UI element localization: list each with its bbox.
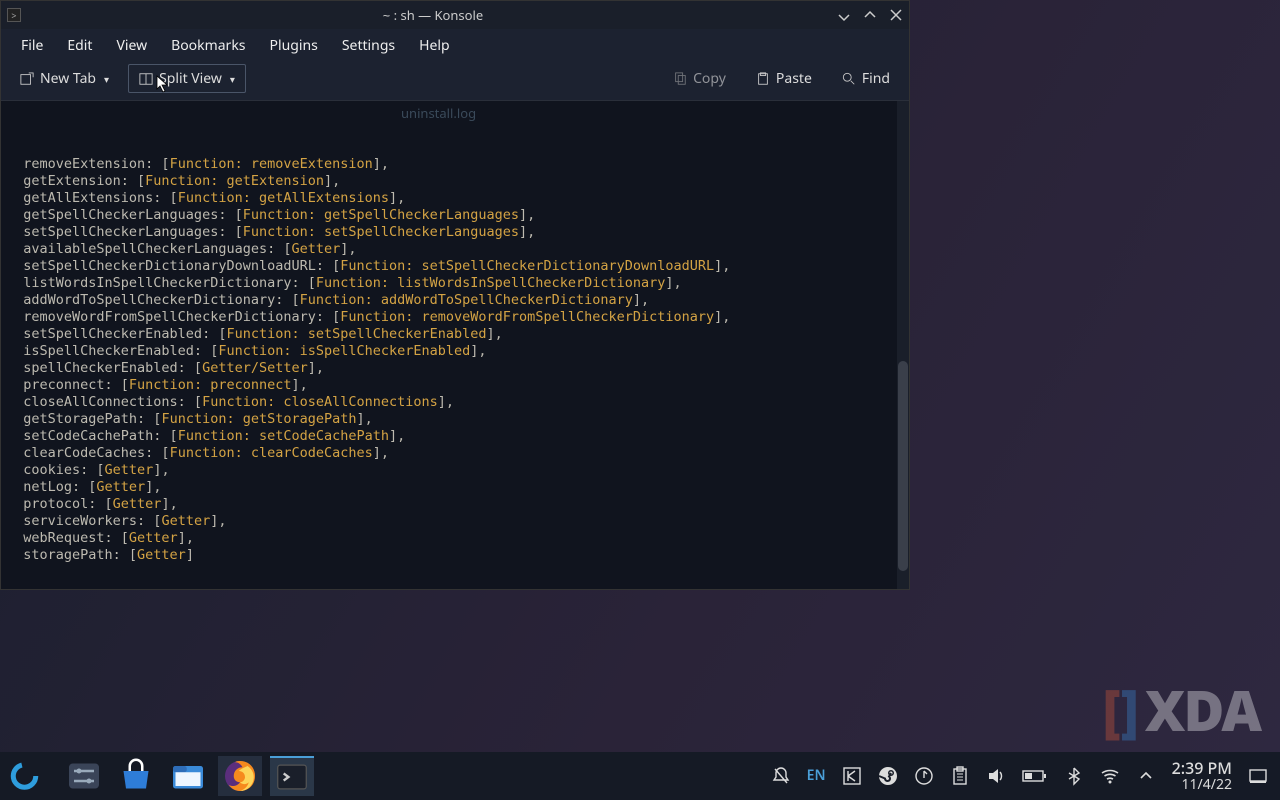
terminal-line: netLog: [Getter], (7, 479, 903, 496)
terminal-line: getAllExtensions: [Function: getAllExten… (7, 190, 903, 207)
terminal-line: clearCodeCaches: [Function: clearCodeCac… (7, 445, 903, 462)
settings-app-icon[interactable] (62, 756, 106, 796)
menu-settings[interactable]: Settings (330, 30, 407, 61)
watermark-logo: []XDA (1103, 672, 1260, 748)
terminal-line: serviceWorkers: [Getter], (7, 513, 903, 530)
titlebar[interactable]: > ~ : sh — Konsole (1, 1, 909, 29)
bluetooth-icon[interactable] (1064, 766, 1084, 786)
menu-bookmarks[interactable]: Bookmarks (159, 30, 257, 61)
menu-file[interactable]: File (9, 30, 55, 61)
battery-icon[interactable] (1022, 766, 1048, 786)
menu-plugins[interactable]: Plugins (258, 30, 330, 61)
new-tab-button[interactable]: New Tab ▾ (9, 64, 120, 93)
toolbar: New Tab ▾ Split View ▾ Copy Paste Find (1, 61, 909, 101)
wifi-icon[interactable] (1100, 766, 1120, 786)
terminal-line: protocol: [Getter], (7, 496, 903, 513)
find-label: Find (862, 69, 890, 88)
minimize-button[interactable] (837, 8, 851, 22)
paste-button[interactable]: Paste (745, 64, 823, 93)
terminal-line: preconnect: [Function: preconnect], (7, 377, 903, 394)
menu-view[interactable]: View (104, 30, 159, 61)
terminal-line: setSpellCheckerDictionaryDownloadURL: [F… (7, 258, 903, 275)
close-button[interactable] (889, 8, 903, 22)
clock[interactable]: 2:39 PM 11/4/22 (1172, 759, 1232, 793)
terminal-line: addWordToSpellCheckerDictionary: [Functi… (7, 292, 903, 309)
paste-icon (756, 72, 770, 86)
terminal-line: availableSpellCheckerLanguages: [Getter]… (7, 241, 903, 258)
maximize-button[interactable] (863, 8, 877, 22)
chevron-down-icon: ▾ (230, 72, 235, 86)
chevron-down-icon: ▾ (104, 72, 109, 86)
new-tab-label: New Tab (40, 69, 96, 88)
terminal-line: storagePath: [Getter] (7, 547, 903, 564)
steam-icon[interactable] (878, 766, 898, 786)
terminal-line: setSpellCheckerEnabled: [Function: setSp… (7, 326, 903, 343)
tray-expand-icon[interactable] (1136, 766, 1156, 786)
clock-date: 11/4/22 (1172, 777, 1232, 793)
terminal-line: listWordsInSpellCheckerDictionary: [Func… (7, 275, 903, 292)
terminal-line: cookies: [Getter], (7, 462, 903, 479)
system-tray: EN 2:39 PM 11/4/22 (771, 759, 1274, 793)
split-view-icon (139, 72, 153, 86)
ghost-text: uninstall.log (401, 105, 476, 122)
terminal-output[interactable]: uninstall.log removeExtension: [Function… (1, 101, 909, 589)
store-app-icon[interactable] (114, 756, 158, 796)
konsole-window: > ~ : sh — Konsole File Edit View Bookma… (0, 0, 910, 590)
find-button[interactable]: Find (831, 64, 901, 93)
paste-label: Paste (776, 69, 812, 88)
terminal-line: webRequest: [Getter], (7, 530, 903, 547)
app-icon: > (7, 8, 21, 22)
new-tab-icon (20, 72, 34, 86)
menu-help[interactable]: Help (407, 30, 462, 61)
terminal-line: getSpellCheckerLanguages: [Function: get… (7, 207, 903, 224)
terminal-line: getExtension: [Function: getExtension], (7, 173, 903, 190)
notifications-icon[interactable] (771, 766, 791, 786)
menu-edit[interactable]: Edit (55, 30, 104, 61)
keyboard-layout[interactable]: EN (807, 766, 826, 786)
konsole-app-icon[interactable] (270, 756, 314, 796)
updates-icon[interactable] (914, 766, 934, 786)
terminal-line: closeAllConnections: [Function: closeAll… (7, 394, 903, 411)
firefox-app-icon[interactable] (218, 756, 262, 796)
copy-button[interactable]: Copy (662, 64, 737, 93)
copy-label: Copy (693, 69, 726, 88)
taskbar[interactable]: EN 2:39 PM 11/4/22 (0, 752, 1280, 800)
files-app-icon[interactable] (166, 756, 210, 796)
terminal-line: removeExtension: [Function: removeExtens… (7, 156, 903, 173)
clipboard-icon[interactable] (950, 766, 970, 786)
scroll-thumb[interactable] (898, 361, 908, 571)
volume-icon[interactable] (986, 766, 1006, 786)
split-view-button[interactable]: Split View ▾ (128, 64, 246, 93)
terminal-line: isSpellCheckerEnabled: [Function: isSpel… (7, 343, 903, 360)
terminal-line: getStoragePath: [Function: getStoragePat… (7, 411, 903, 428)
menubar: File Edit View Bookmarks Plugins Setting… (1, 29, 909, 61)
terminal-line: spellCheckerEnabled: [Getter/Setter], (7, 360, 903, 377)
start-button[interactable] (10, 756, 54, 796)
search-icon (842, 72, 856, 86)
split-view-label: Split View (159, 69, 222, 88)
kde-icon[interactable] (842, 766, 862, 786)
copy-icon (673, 72, 687, 86)
terminal-line: setSpellCheckerLanguages: [Function: set… (7, 224, 903, 241)
scrollbar[interactable] (897, 101, 909, 589)
window-title: ~ : sh — Konsole (29, 6, 837, 24)
terminal-line: removeWordFromSpellCheckerDictionary: [F… (7, 309, 903, 326)
terminal-line: setCodeCachePath: [Function: setCodeCach… (7, 428, 903, 445)
show-desktop-icon[interactable] (1248, 766, 1268, 786)
